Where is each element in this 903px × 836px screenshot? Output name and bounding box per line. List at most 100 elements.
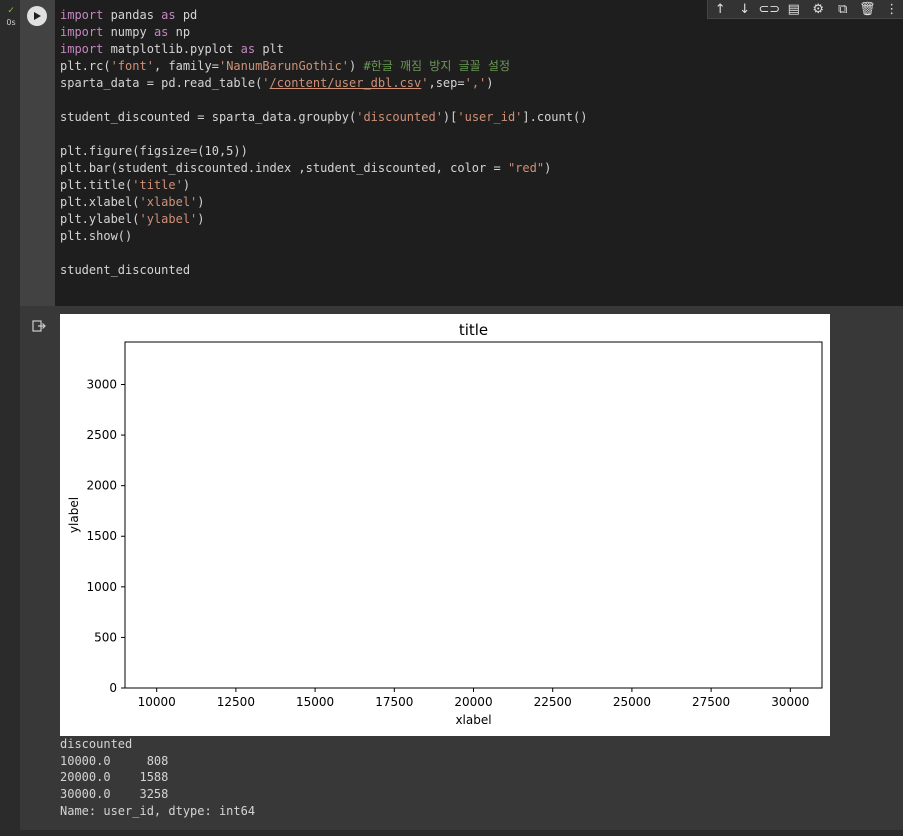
code-token: np xyxy=(168,25,191,39)
y-tick-label: 2000 xyxy=(86,479,117,493)
output-line: 10000.0 808 xyxy=(60,753,169,768)
cell-gutter xyxy=(20,0,55,306)
code-line: plt.show() xyxy=(60,228,587,245)
y-tick-label: 3000 xyxy=(86,377,117,391)
code-token: 'ylabel' xyxy=(139,212,198,226)
code-token: "red" xyxy=(507,161,545,175)
code-line: plt.title('title') xyxy=(60,177,587,194)
cell-toolbar: ↑ ↓ ⊂⊃ ▤ ⚙ ⧉ 🗑 ⋮ xyxy=(707,0,903,19)
x-axis-label: xlabel xyxy=(455,713,491,727)
gear-icon[interactable]: ⚙ xyxy=(808,0,828,18)
x-tick-label: 15000 xyxy=(296,695,334,709)
code-token: 'NanumBarunGothic' xyxy=(218,59,350,73)
code-token: ) xyxy=(182,178,191,192)
x-tick-label: 22500 xyxy=(534,695,572,709)
left-gutter: ✓ 0s xyxy=(0,0,20,836)
link-icon[interactable]: ⊂⊃ xyxy=(758,0,780,18)
text-output: discounted 10000.0 808 20000.0 1588 30000.0… xyxy=(60,736,255,820)
code-token: numpy xyxy=(103,25,154,39)
output-line: discounted xyxy=(60,737,133,751)
code-line: plt.bar(student_discounted.index ,studen… xyxy=(60,160,587,177)
code-line: student_discounted = sparta_data.groupby… xyxy=(60,109,587,126)
code-line: import pandas as pd xyxy=(60,7,587,24)
code-token: ) xyxy=(486,76,494,90)
code-token: 'user_id' xyxy=(457,110,523,124)
delete-icon[interactable]: 🗑 xyxy=(857,0,877,18)
code-token: plt.figure(figsize=(10,5)) xyxy=(60,144,248,158)
x-tick-label: 17500 xyxy=(375,695,413,709)
code-token: import xyxy=(60,8,104,22)
code-token: ' xyxy=(262,76,270,90)
code-token: pandas xyxy=(103,8,162,22)
output-line: Name: user_id, dtype: int64 xyxy=(60,803,256,818)
y-axis-label: ylabel xyxy=(67,497,81,533)
file-path-link[interactable]: /content/user_dbl.csv xyxy=(270,76,422,90)
code-token: as xyxy=(240,42,256,56)
cell-output: 10000 12500 15000 17500 20000 22500 25000 27500… xyxy=(20,306,903,830)
code-token: plt.xlabel( xyxy=(60,195,140,209)
y-tick-label: 0 xyxy=(109,681,117,695)
move-down-icon[interactable]: ↓ xyxy=(735,0,755,18)
mirror-cell-icon[interactable]: ⧉ xyxy=(833,0,853,18)
code-token: plt.show() xyxy=(60,229,133,243)
code-token: plt.ylabel( xyxy=(60,212,140,226)
code-token: ) xyxy=(349,59,364,73)
code-token: plt xyxy=(255,42,284,56)
code-token: )[ xyxy=(442,110,458,124)
y-tick-label: 500 xyxy=(94,630,117,644)
code-line: import numpy as np xyxy=(60,24,587,41)
comment-icon[interactable]: ▤ xyxy=(784,0,804,18)
code-line: sparta_data = pd.read_table('/content/us… xyxy=(60,75,587,92)
code-token: pd xyxy=(175,8,198,22)
code-line: plt.ylabel('ylabel') xyxy=(60,211,587,228)
play-icon xyxy=(34,12,41,20)
code-token: as xyxy=(161,8,176,22)
x-tick-label: 27500 xyxy=(692,695,730,709)
code-line: plt.figure(figsize=(10,5)) xyxy=(60,143,587,160)
code-line: plt.xlabel('xlabel') xyxy=(60,194,587,211)
code-token: plt.title( xyxy=(60,178,133,192)
code-token: sparta_data = pd.read_table( xyxy=(60,76,263,90)
code-token: , family= xyxy=(153,59,219,73)
execution-time: 0s xyxy=(6,18,16,27)
output-icon[interactable] xyxy=(32,318,46,332)
move-up-icon[interactable]: ↑ xyxy=(710,0,730,18)
chart-title: title xyxy=(459,321,488,339)
code-token: ) xyxy=(197,195,205,209)
code-token: plt.bar(student_discounted.index ,studen… xyxy=(60,161,508,175)
x-tick-label: 20000 xyxy=(454,695,492,709)
code-token: ,sep= xyxy=(428,76,465,90)
output-line: 30000.0 3258 xyxy=(60,787,169,802)
x-tick-label: 10000 xyxy=(138,695,176,709)
code-token: import xyxy=(60,42,104,56)
check-icon: ✓ xyxy=(7,5,15,16)
code-line: plt.rc('font', family='NanumBarunGothic'… xyxy=(60,58,587,75)
chart-figure: 10000 12500 15000 17500 20000 22500 25000 27500… xyxy=(60,314,830,736)
run-cell-button[interactable] xyxy=(27,6,47,26)
x-tick-label: 12500 xyxy=(217,695,255,709)
bar-chart: 10000 12500 15000 17500 20000 22500 25000 27500… xyxy=(67,321,823,727)
code-token: matplotlib.pyplot xyxy=(103,42,241,56)
output-line: 20000.0 1588 xyxy=(60,770,169,785)
code-token: as xyxy=(153,25,169,39)
code-token: student_discounted = sparta_data.groupby… xyxy=(60,110,357,124)
code-cell[interactable]: import pandas as pd import numpy as np imp… xyxy=(20,0,903,306)
y-tick-label: 1000 xyxy=(86,580,117,594)
code-token: plt.rc( xyxy=(60,59,111,73)
code-editor[interactable]: import pandas as pd import numpy as np imp… xyxy=(60,7,587,279)
code-token: student_discounted xyxy=(60,263,191,277)
x-tick-label: 30000 xyxy=(771,695,809,709)
code-token: 'title' xyxy=(132,178,183,192)
more-icon[interactable]: ⋮ xyxy=(882,0,902,18)
code-line: student_discounted xyxy=(60,262,587,279)
code-token: ].count() xyxy=(522,110,588,124)
code-token: #한글 깨짐 방지 글꼴 설정 xyxy=(363,59,510,73)
x-tick-label: 25000 xyxy=(613,695,651,709)
code-token: 'xlabel' xyxy=(139,195,198,209)
code-line: import matplotlib.pyplot as plt xyxy=(60,41,587,58)
bottom-divider xyxy=(0,830,903,836)
y-tick-label: 2500 xyxy=(86,428,117,442)
